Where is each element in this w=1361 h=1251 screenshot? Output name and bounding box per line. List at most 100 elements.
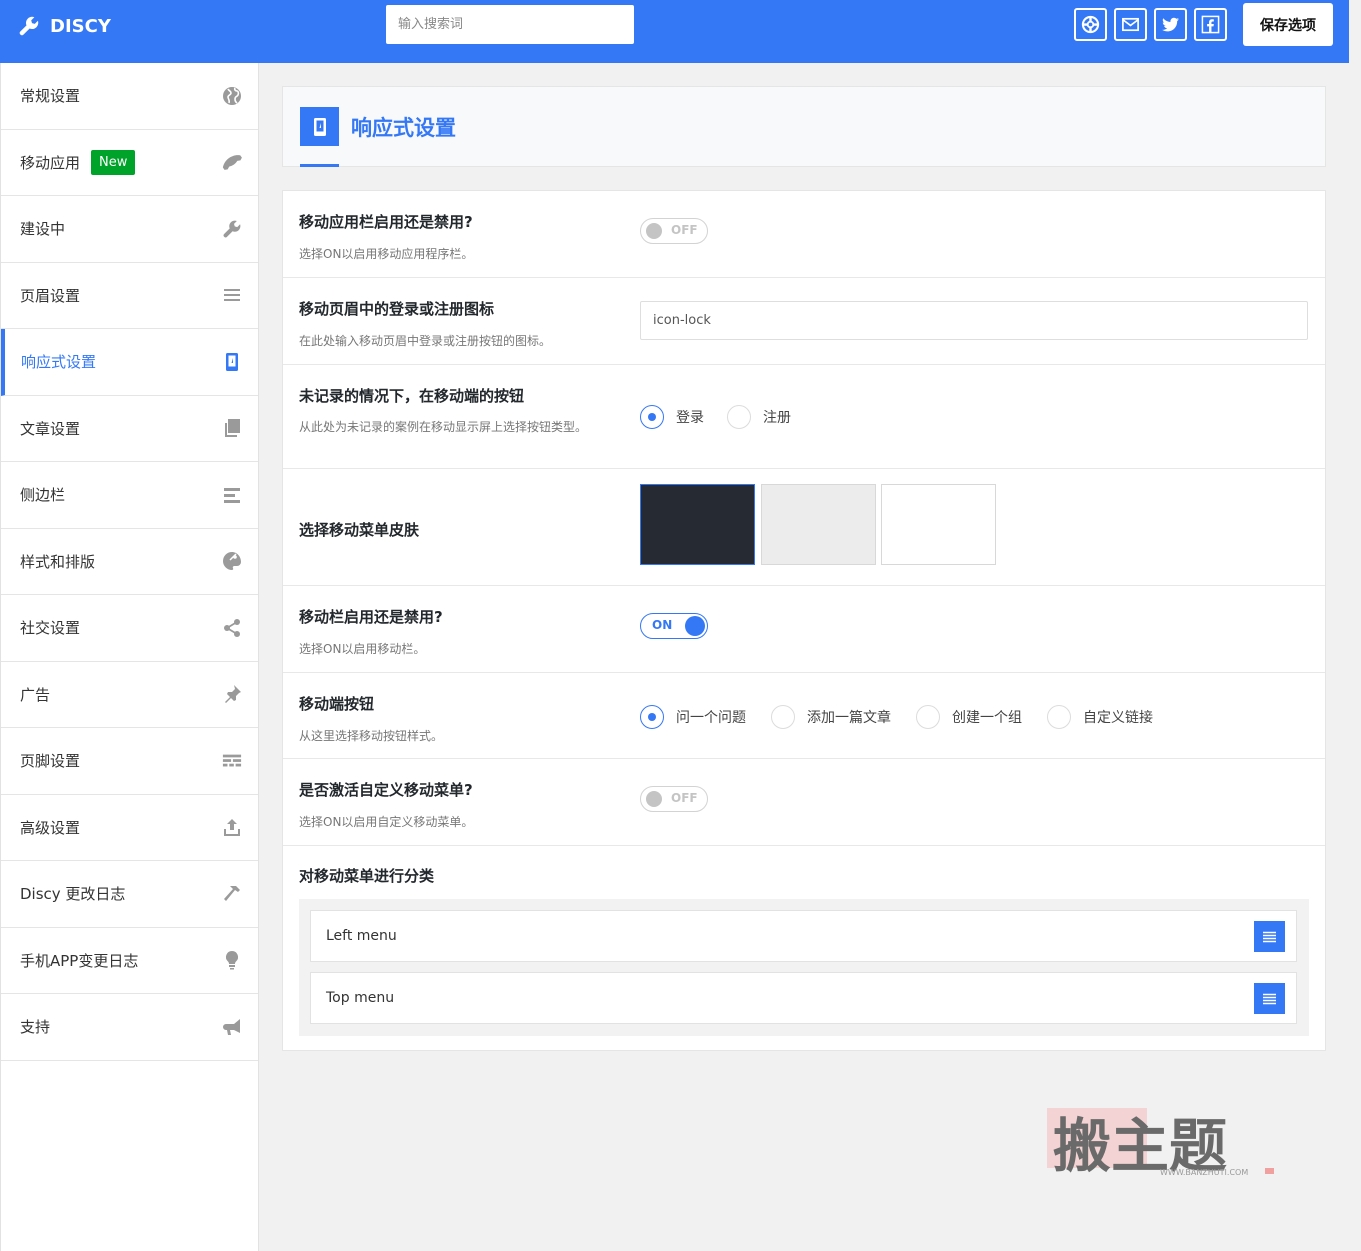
app-bar-toggle[interactable]: OFF <box>640 218 708 244</box>
globe-icon <box>223 86 241 105</box>
sort-item-left-menu[interactable]: Left menu <box>310 910 1297 962</box>
facebook-icon[interactable] <box>1194 8 1227 41</box>
save-options-button[interactable]: 保存选项 <box>1243 3 1333 46</box>
align-icon <box>224 487 240 503</box>
megaphone-icon <box>223 1018 240 1035</box>
setting-menu-skin: 选择移动菜单皮肤 <box>283 469 1325 586</box>
setting-custom-menu: 是否激活自定义移动菜单? 选择ON以启用自定义移动菜单。 OFF <box>283 759 1325 846</box>
watermark-logo: 搬主题 WWW.BANZHUTI.COM <box>1047 1108 1277 1180</box>
search-input[interactable] <box>386 5 634 44</box>
radio-label: 登录 <box>676 410 704 426</box>
sidebar-item-responsive[interactable]: 响应式设置 <box>1 329 258 396</box>
toggle-state: OFF <box>671 223 698 237</box>
login-icon-input[interactable] <box>640 301 1308 340</box>
new-badge: New <box>91 149 136 175</box>
share-icon <box>224 618 240 637</box>
mail-icon[interactable] <box>1114 8 1147 41</box>
sidebar-item-label: 文章设置 <box>20 419 81 438</box>
list-icon[interactable] <box>1254 921 1285 952</box>
radio-label: 问一个问题 <box>676 710 746 726</box>
setting-desc: 从此处为未记录的案例在移动显示屏上选择按钮类型。 <box>299 420 588 434</box>
sidebar-item-sidebar[interactable]: 侧边栏 <box>1 462 258 529</box>
top-bar: DISCY 保存选项 <box>0 0 1349 63</box>
sidebar-item-label: 支持 <box>20 1018 51 1037</box>
custom-menu-toggle[interactable]: OFF <box>640 786 708 812</box>
setting-desc: 选择ON以启用移动应用程序栏。 <box>299 247 474 261</box>
sidebar-item-label: 常规设置 <box>20 87 81 106</box>
wrench-icon <box>223 220 241 238</box>
toggle-state: OFF <box>671 791 698 805</box>
radio-label: 注册 <box>763 410 791 426</box>
menu-icon <box>224 289 240 302</box>
top-icons <box>1074 8 1227 41</box>
setting-label: 对移动菜单进行分类 <box>299 867 435 885</box>
setting-mobile-button: 移动端按钮 从这里选择移动按钮样式。 问一个问题 添加一篇文章 创建一个组 自定… <box>283 673 1325 759</box>
setting-login-icon: 移动页眉中的登录或注册图标 在此处输入移动页眉中登录或注册按钮的图标。 <box>283 278 1325 365</box>
sidebar-item-label: 页脚设置 <box>20 752 81 771</box>
radio-circle <box>640 405 664 429</box>
sidebar-item-label: 页眉设置 <box>20 286 81 305</box>
sidebar-item-construction[interactable]: 建设中 <box>1 196 258 263</box>
wrench-icon <box>19 16 39 36</box>
sidebar-item-posts[interactable]: 文章设置 <box>1 396 258 462</box>
skin-light[interactable] <box>881 484 996 565</box>
radio-login[interactable]: 登录 <box>640 405 704 429</box>
sidebar-item-mobile-app[interactable]: 移动应用 New <box>1 130 258 196</box>
radio-register[interactable]: 注册 <box>727 405 791 429</box>
sidebar-item-label: 手机APP变更日志 <box>20 951 139 970</box>
sort-menu-list: Left menu Top menu <box>299 899 1309 1036</box>
sidebar-item-advanced[interactable]: 高级设置 <box>1 795 258 861</box>
sidebar-item-label: 侧边栏 <box>20 486 66 505</box>
setting-label: 移动页眉中的登录或注册图标 <box>299 300 495 318</box>
setting-desc: 选择ON以启用移动栏。 <box>299 642 426 656</box>
footer-icon <box>222 754 242 767</box>
brand-name: DISCY <box>50 15 111 37</box>
upload-icon <box>224 819 240 837</box>
setting-desc: 选择ON以启用自定义移动菜单。 <box>299 815 474 829</box>
sort-item-label: Top menu <box>326 990 395 1006</box>
sidebar-item-label: 样式和排版 <box>20 552 96 571</box>
toggle-knob <box>685 615 705 636</box>
mobile-bar-toggle[interactable]: ON <box>640 613 708 639</box>
radio-ask-question[interactable]: 问一个问题 <box>640 705 746 729</box>
sidebar-item-social[interactable]: 社交设置 <box>1 595 258 662</box>
skin-gray[interactable] <box>761 484 876 565</box>
hammer-icon <box>224 885 240 901</box>
sidebar-item-label: 建设中 <box>20 220 66 239</box>
support-icon[interactable] <box>1074 8 1107 41</box>
toggle-knob <box>646 791 662 807</box>
radio-circle <box>640 705 664 729</box>
page-title: 响应式设置 <box>351 116 456 140</box>
sidebar-item-footer[interactable]: 页脚设置 <box>1 728 258 795</box>
sidebar: 常规设置 移动应用 New 建设中 页眉设置 响应式设置 文章设置 侧边栏 样式… <box>0 63 259 1251</box>
sidebar-item-changelog[interactable]: Discy 更改日志 <box>1 861 258 928</box>
sidebar-item-style[interactable]: 样式和排版 <box>1 529 258 595</box>
twitter-icon[interactable] <box>1154 8 1187 41</box>
sidebar-item-label: 高级设置 <box>20 818 81 837</box>
setting-mobile-bar: 移动栏启用还是禁用? 选择ON以启用移动栏。 ON <box>283 586 1325 673</box>
radio-custom-link[interactable]: 自定义链接 <box>1047 705 1153 729</box>
sidebar-item-ads[interactable]: 广告 <box>1 662 258 728</box>
setting-desc: 从这里选择移动按钮样式。 <box>299 729 444 743</box>
toggle-knob <box>646 223 662 239</box>
sidebar-item-support[interactable]: 支持 <box>1 994 258 1061</box>
radio-circle <box>727 405 751 429</box>
sidebar-item-general[interactable]: 常规设置 <box>1 63 258 130</box>
phone-icon <box>222 155 242 171</box>
skin-dark[interactable] <box>640 484 755 565</box>
sidebar-item-header[interactable]: 页眉设置 <box>1 263 258 329</box>
copy-icon <box>225 419 240 438</box>
radio-circle <box>1047 705 1071 729</box>
radio-add-post[interactable]: 添加一篇文章 <box>771 705 891 729</box>
sort-item-top-menu[interactable]: Top menu <box>310 972 1297 1024</box>
list-icon[interactable] <box>1254 983 1285 1014</box>
setting-app-bar: 移动应用栏启用还是禁用? 选择ON以启用移动应用程序栏。 OFF <box>283 191 1325 278</box>
sidebar-item-label: 移动应用 <box>20 153 81 172</box>
sort-item-label: Left menu <box>326 928 397 944</box>
sidebar-item-app-changelog[interactable]: 手机APP变更日志 <box>1 928 258 994</box>
toggle-state: ON <box>652 618 673 632</box>
setting-label: 是否激活自定义移动菜单? <box>299 781 473 799</box>
radio-create-group[interactable]: 创建一个组 <box>916 705 1022 729</box>
brand-logo[interactable]: DISCY <box>18 14 111 38</box>
palette-icon <box>223 552 241 571</box>
